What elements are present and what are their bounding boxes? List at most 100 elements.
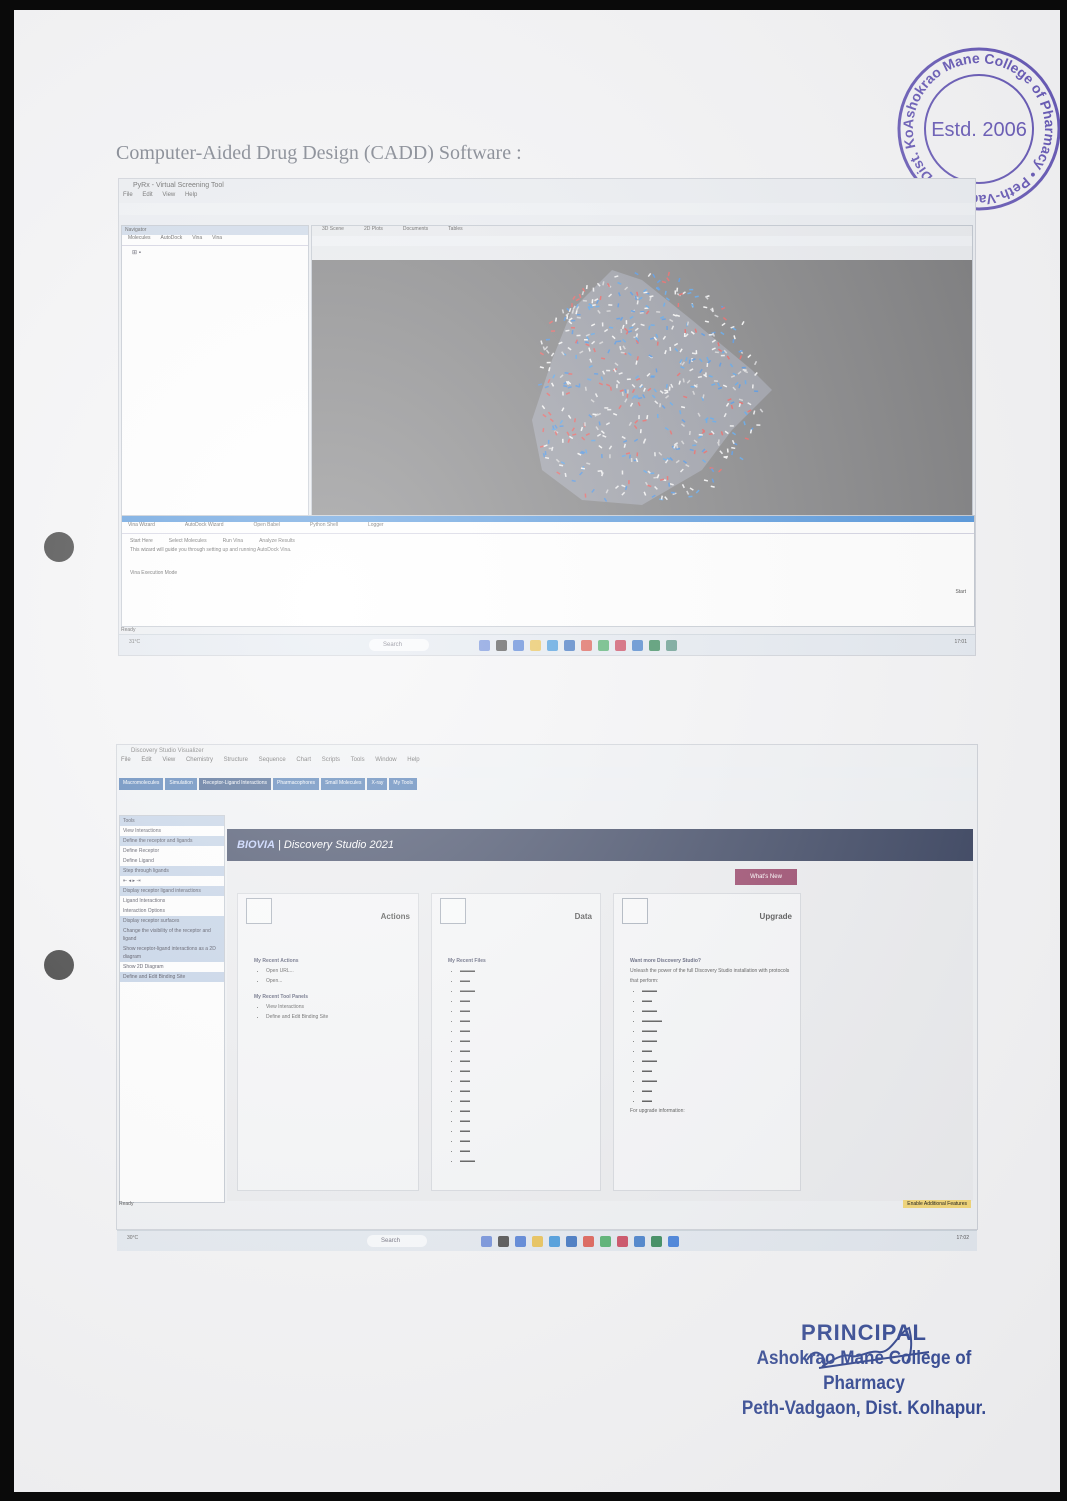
app-icon[interactable] xyxy=(632,640,643,651)
tools-item[interactable]: Show 2D Diagram xyxy=(120,962,224,972)
tab-autodock[interactable]: AutoDock xyxy=(161,235,183,245)
recent-file-link[interactable]: ▬▬ xyxy=(460,1026,592,1036)
start-button[interactable]: Start xyxy=(955,589,966,595)
tools-item[interactable]: Define Ligand xyxy=(120,856,224,866)
weather-widget[interactable]: 31°C xyxy=(129,639,140,645)
recent-file-link[interactable]: ▬▬ xyxy=(460,1016,592,1026)
app-icon[interactable] xyxy=(666,640,677,651)
molecule-tree[interactable]: ⊞ ▪ xyxy=(122,246,308,259)
tools-icons-row[interactable]: ⇤ ◂ ▸ ⇥ xyxy=(120,876,224,886)
ribbon-small-molecules[interactable]: Small Molecules xyxy=(321,778,366,790)
menu-file[interactable]: File xyxy=(123,192,133,198)
tools-item[interactable]: Ligand Interactions xyxy=(120,896,224,906)
recent-file-link[interactable]: ▬▬ xyxy=(460,1056,592,1066)
app-icon[interactable] xyxy=(615,640,626,651)
app-icon[interactable] xyxy=(547,640,558,651)
tab-vina-2[interactable]: Vina xyxy=(212,235,222,245)
menu-chart[interactable]: Chart xyxy=(296,757,311,763)
app-icon[interactable] xyxy=(583,1236,594,1247)
recent-file-link[interactable]: ▬▬ xyxy=(460,1086,592,1096)
recent-tool-link[interactable]: View Interactions xyxy=(266,1002,410,1012)
run-vina-button[interactable]: Run Vina xyxy=(223,537,243,546)
menu-help[interactable]: Help xyxy=(185,192,197,198)
recent-file-link[interactable]: ▬▬ xyxy=(460,1126,592,1136)
recent-file-link[interactable]: ▬▬ xyxy=(460,1066,592,1076)
folder-icon[interactable] xyxy=(530,640,541,651)
taskbar-search[interactable]: Search xyxy=(367,1235,427,1247)
tab-molecules[interactable]: Molecules xyxy=(128,235,151,245)
recent-file-link[interactable]: ▬▬ xyxy=(460,1136,592,1146)
menu-view[interactable]: View xyxy=(162,757,175,763)
excel-icon[interactable] xyxy=(651,1236,662,1247)
menu-edit[interactable]: Edit xyxy=(141,757,151,763)
app-icon[interactable] xyxy=(564,640,575,651)
taskbar-search[interactable]: Search xyxy=(369,639,429,651)
protein-3d-canvas[interactable] xyxy=(312,260,972,516)
ribbon-simulation[interactable]: Simulation xyxy=(165,778,197,790)
tab-vina[interactable]: Vina xyxy=(192,235,202,245)
ribbon-pharmacophores[interactable]: Pharmacophores xyxy=(272,778,320,790)
taskbar-clock[interactable]: 17:02 xyxy=(956,1235,969,1241)
select-molecules-button[interactable]: Select Molecules xyxy=(169,537,207,546)
start-here-button[interactable]: Start Here xyxy=(130,537,153,546)
menu-view[interactable]: View xyxy=(162,192,175,198)
app-icon[interactable] xyxy=(479,640,490,651)
menu-edit[interactable]: Edit xyxy=(142,192,152,198)
tab-autodock-wizard[interactable]: AutoDock Wizard xyxy=(185,522,224,533)
app-icon[interactable] xyxy=(481,1236,492,1247)
recent-action-link[interactable]: Open... xyxy=(266,976,410,986)
chrome-icon[interactable] xyxy=(600,1236,611,1247)
recent-file-link[interactable]: ▬▬▬ xyxy=(460,1156,592,1166)
menu-scripts[interactable]: Scripts xyxy=(322,757,340,763)
app-icon[interactable] xyxy=(668,1236,679,1247)
menu-file[interactable]: File xyxy=(121,757,131,763)
tab-python-shell[interactable]: Python Shell xyxy=(310,522,338,533)
app-icon[interactable] xyxy=(549,1236,560,1247)
tab-open-babel[interactable]: Open Babel xyxy=(254,522,280,533)
ribbon-xray[interactable]: X-ray xyxy=(367,778,388,790)
menu-structure[interactable]: Structure xyxy=(224,757,248,763)
app-icon[interactable] xyxy=(515,1236,526,1247)
menu-help[interactable]: Help xyxy=(407,757,419,763)
weather-widget[interactable]: 30°C xyxy=(127,1235,138,1241)
menu-window[interactable]: Window xyxy=(375,757,396,763)
tab-3d-scene[interactable]: 3D Scene xyxy=(322,226,344,236)
menu-sequence[interactable]: Sequence xyxy=(259,757,286,763)
app-icon[interactable] xyxy=(581,640,592,651)
chrome-icon[interactable] xyxy=(598,640,609,651)
recent-file-link[interactable]: ▬▬▬ xyxy=(460,986,592,996)
tab-documents[interactable]: Documents xyxy=(403,226,428,236)
app-icon[interactable] xyxy=(566,1236,577,1247)
whats-new-button[interactable]: What's New xyxy=(735,869,797,885)
tools-item[interactable]: View Interactions xyxy=(120,826,224,836)
recent-tool-link[interactable]: Define and Edit Binding Site xyxy=(266,1012,410,1022)
ribbon-receptor-ligand[interactable]: Receptor-Ligand Interactions xyxy=(198,778,271,790)
app-icon[interactable] xyxy=(634,1236,645,1247)
recent-file-link[interactable]: ▬▬ xyxy=(460,1116,592,1126)
app-icon[interactable] xyxy=(498,1236,509,1247)
tools-item[interactable]: Interaction Options xyxy=(120,906,224,916)
tab-tables[interactable]: Tables xyxy=(448,226,462,236)
recent-file-link[interactable]: ▬▬ xyxy=(460,976,592,986)
ribbon-macromolecules[interactable]: Macromolecules xyxy=(119,778,164,790)
enable-features-button[interactable]: Enable Additional Features xyxy=(903,1200,971,1208)
tools-item[interactable]: Define Receptor xyxy=(120,846,224,856)
recent-file-link[interactable]: ▬▬ xyxy=(460,1106,592,1116)
taskbar-clock[interactable]: 17:01 xyxy=(954,639,967,645)
recent-action-link[interactable]: Open URL... xyxy=(266,966,410,976)
ribbon-my-tools[interactable]: My Tools xyxy=(389,778,418,790)
recent-file-link[interactable]: ▬▬ xyxy=(460,1146,592,1156)
app-icon[interactable] xyxy=(513,640,524,651)
folder-icon[interactable] xyxy=(532,1236,543,1247)
menu-chemistry[interactable]: Chemistry xyxy=(186,757,213,763)
tab-logger[interactable]: Logger xyxy=(368,522,384,533)
analyze-results-button[interactable]: Analyze Results xyxy=(259,537,295,546)
recent-file-link[interactable]: ▬▬ xyxy=(460,1006,592,1016)
recent-file-link[interactable]: ▬▬ xyxy=(460,1076,592,1086)
app-icon[interactable] xyxy=(496,640,507,651)
tab-vina-wizard[interactable]: Vina Wizard xyxy=(128,522,155,533)
menu-tools[interactable]: Tools xyxy=(351,757,365,763)
app-icon[interactable] xyxy=(617,1236,628,1247)
tab-2d-plots[interactable]: 2D Plots xyxy=(364,226,383,236)
recent-file-link[interactable]: ▬▬ xyxy=(460,1046,592,1056)
